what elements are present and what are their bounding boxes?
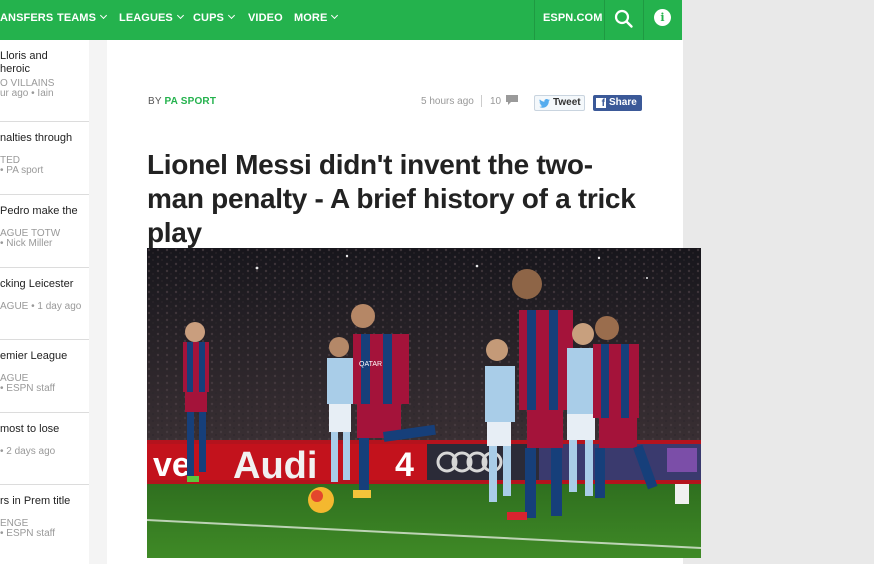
sidebar-headline-title: Pedro make the — [0, 205, 78, 217]
share-label: Share — [609, 97, 637, 108]
nav-divider — [643, 0, 644, 40]
comment-bubble-icon[interactable] — [506, 95, 518, 105]
sidebar-headline-meta: • Nick Miller — [0, 238, 53, 249]
sidebar-headline-item[interactable]: nalties through TED • PA sport — [0, 122, 89, 195]
comment-count[interactable]: 10 — [490, 96, 501, 107]
sidebar-headline-item[interactable]: cking Leicester AGUE • 1 day ago — [0, 268, 89, 340]
nav-item-teams[interactable]: TEAMS — [57, 0, 108, 40]
sidebar-headline-meta: AGUE • 1 day ago — [0, 301, 82, 312]
nav-item-cups[interactable]: CUPS — [193, 0, 236, 40]
sidebar-headline-title: heroic — [0, 63, 30, 75]
nav-item-label: TEAMS — [57, 12, 96, 24]
nav-divider — [534, 0, 535, 40]
sidebar-headline-meta: • ESPN staff — [0, 383, 56, 394]
nav-item-ansfers[interactable]: ANSFERS — [0, 0, 53, 40]
nav-item-video[interactable]: VIDEO — [248, 0, 283, 40]
tweet-button[interactable]: Tweet — [534, 95, 585, 111]
sidebar-headline-item[interactable]: Pedro make the AGUE TOTW • Nick Miller — [0, 195, 89, 268]
twitter-bird-icon — [539, 99, 550, 108]
football-match-photo: ve Audi 4 QATAR — [147, 248, 701, 558]
sidebar-headline-item[interactable]: emier League AGUE • ESPN staff — [0, 340, 89, 413]
byline-source[interactable]: PA SPORT — [165, 96, 217, 107]
tweet-label: Tweet — [553, 97, 581, 108]
sidebar-headline-title: cking Leicester — [0, 278, 74, 290]
info-icon[interactable]: i — [654, 9, 671, 26]
timestamp: 5 hours ago — [421, 96, 474, 107]
top-navigation-bar: ANSFERS TEAMS LEAGUES CUPS VIDEO MORE ESPN.CO… — [0, 0, 682, 40]
espn-com-link[interactable]: ESPN.COM — [543, 0, 602, 40]
sidebar-headline-meta: • PA sport — [0, 165, 44, 176]
shirt-text: QATAR — [359, 361, 382, 368]
article-headline: Lionel Messi didn't invent the two-man p… — [147, 149, 636, 248]
board-text-3: 4 — [395, 446, 414, 484]
facebook-icon: f — [596, 98, 606, 109]
nav-right-background — [682, 0, 874, 40]
sidebar-headline-meta: ur ago • Iain — [0, 88, 54, 99]
sidebar-headline-title: rs in Prem title — [0, 495, 71, 507]
sidebar-headline-item[interactable]: Lloris and heroic O VILLAINS ur ago • Iain — [0, 40, 89, 122]
chevron-down-icon — [99, 11, 108, 20]
sidebar-headline-title: emier League — [0, 350, 68, 362]
nav-item-label: VIDEO — [248, 12, 283, 24]
nav-item-label: MORE — [294, 12, 328, 24]
sidebar-headline-item[interactable]: most to lose • 2 days ago — [0, 413, 89, 485]
nav-item-label: ANSFERS — [0, 12, 54, 24]
nav-item-leagues[interactable]: LEAGUES — [119, 0, 184, 40]
nav-divider — [604, 0, 605, 40]
headlines-sidebar: Lloris and heroic O VILLAINS ur ago • Iain n… — [0, 40, 89, 564]
chevron-down-icon — [331, 11, 339, 20]
sidebar-headline-title: most to lose — [0, 423, 60, 435]
search-icon[interactable] — [614, 9, 634, 29]
sidebar-headline-item[interactable]: rs in Prem title ENGE • ESPN staff — [0, 485, 89, 564]
sidebar-headline-title: nalties through — [0, 132, 73, 144]
facebook-share-button[interactable]: f Share — [593, 95, 642, 111]
byline: BY PA SPORT — [148, 96, 216, 107]
nav-item-more[interactable]: MORE — [294, 0, 339, 40]
sidebar-headline-meta: • ESPN staff — [0, 528, 56, 539]
photo-illustration: ve Audi 4 QATAR — [147, 248, 701, 558]
chevron-down-icon — [176, 11, 184, 20]
sidebar-headline-meta: • 2 days ago — [0, 446, 56, 457]
byline-prefix: BY — [148, 96, 162, 107]
chevron-down-icon — [227, 11, 236, 20]
sidebar-gutter — [89, 40, 107, 564]
meta-separator — [481, 95, 482, 107]
nav-item-label: CUPS — [193, 12, 224, 24]
board-text-1: ve — [153, 446, 191, 484]
board-text-2: Audi — [233, 445, 317, 487]
sidebar-headline-title: Lloris and — [0, 50, 48, 62]
nav-item-label: LEAGUES — [119, 12, 173, 24]
